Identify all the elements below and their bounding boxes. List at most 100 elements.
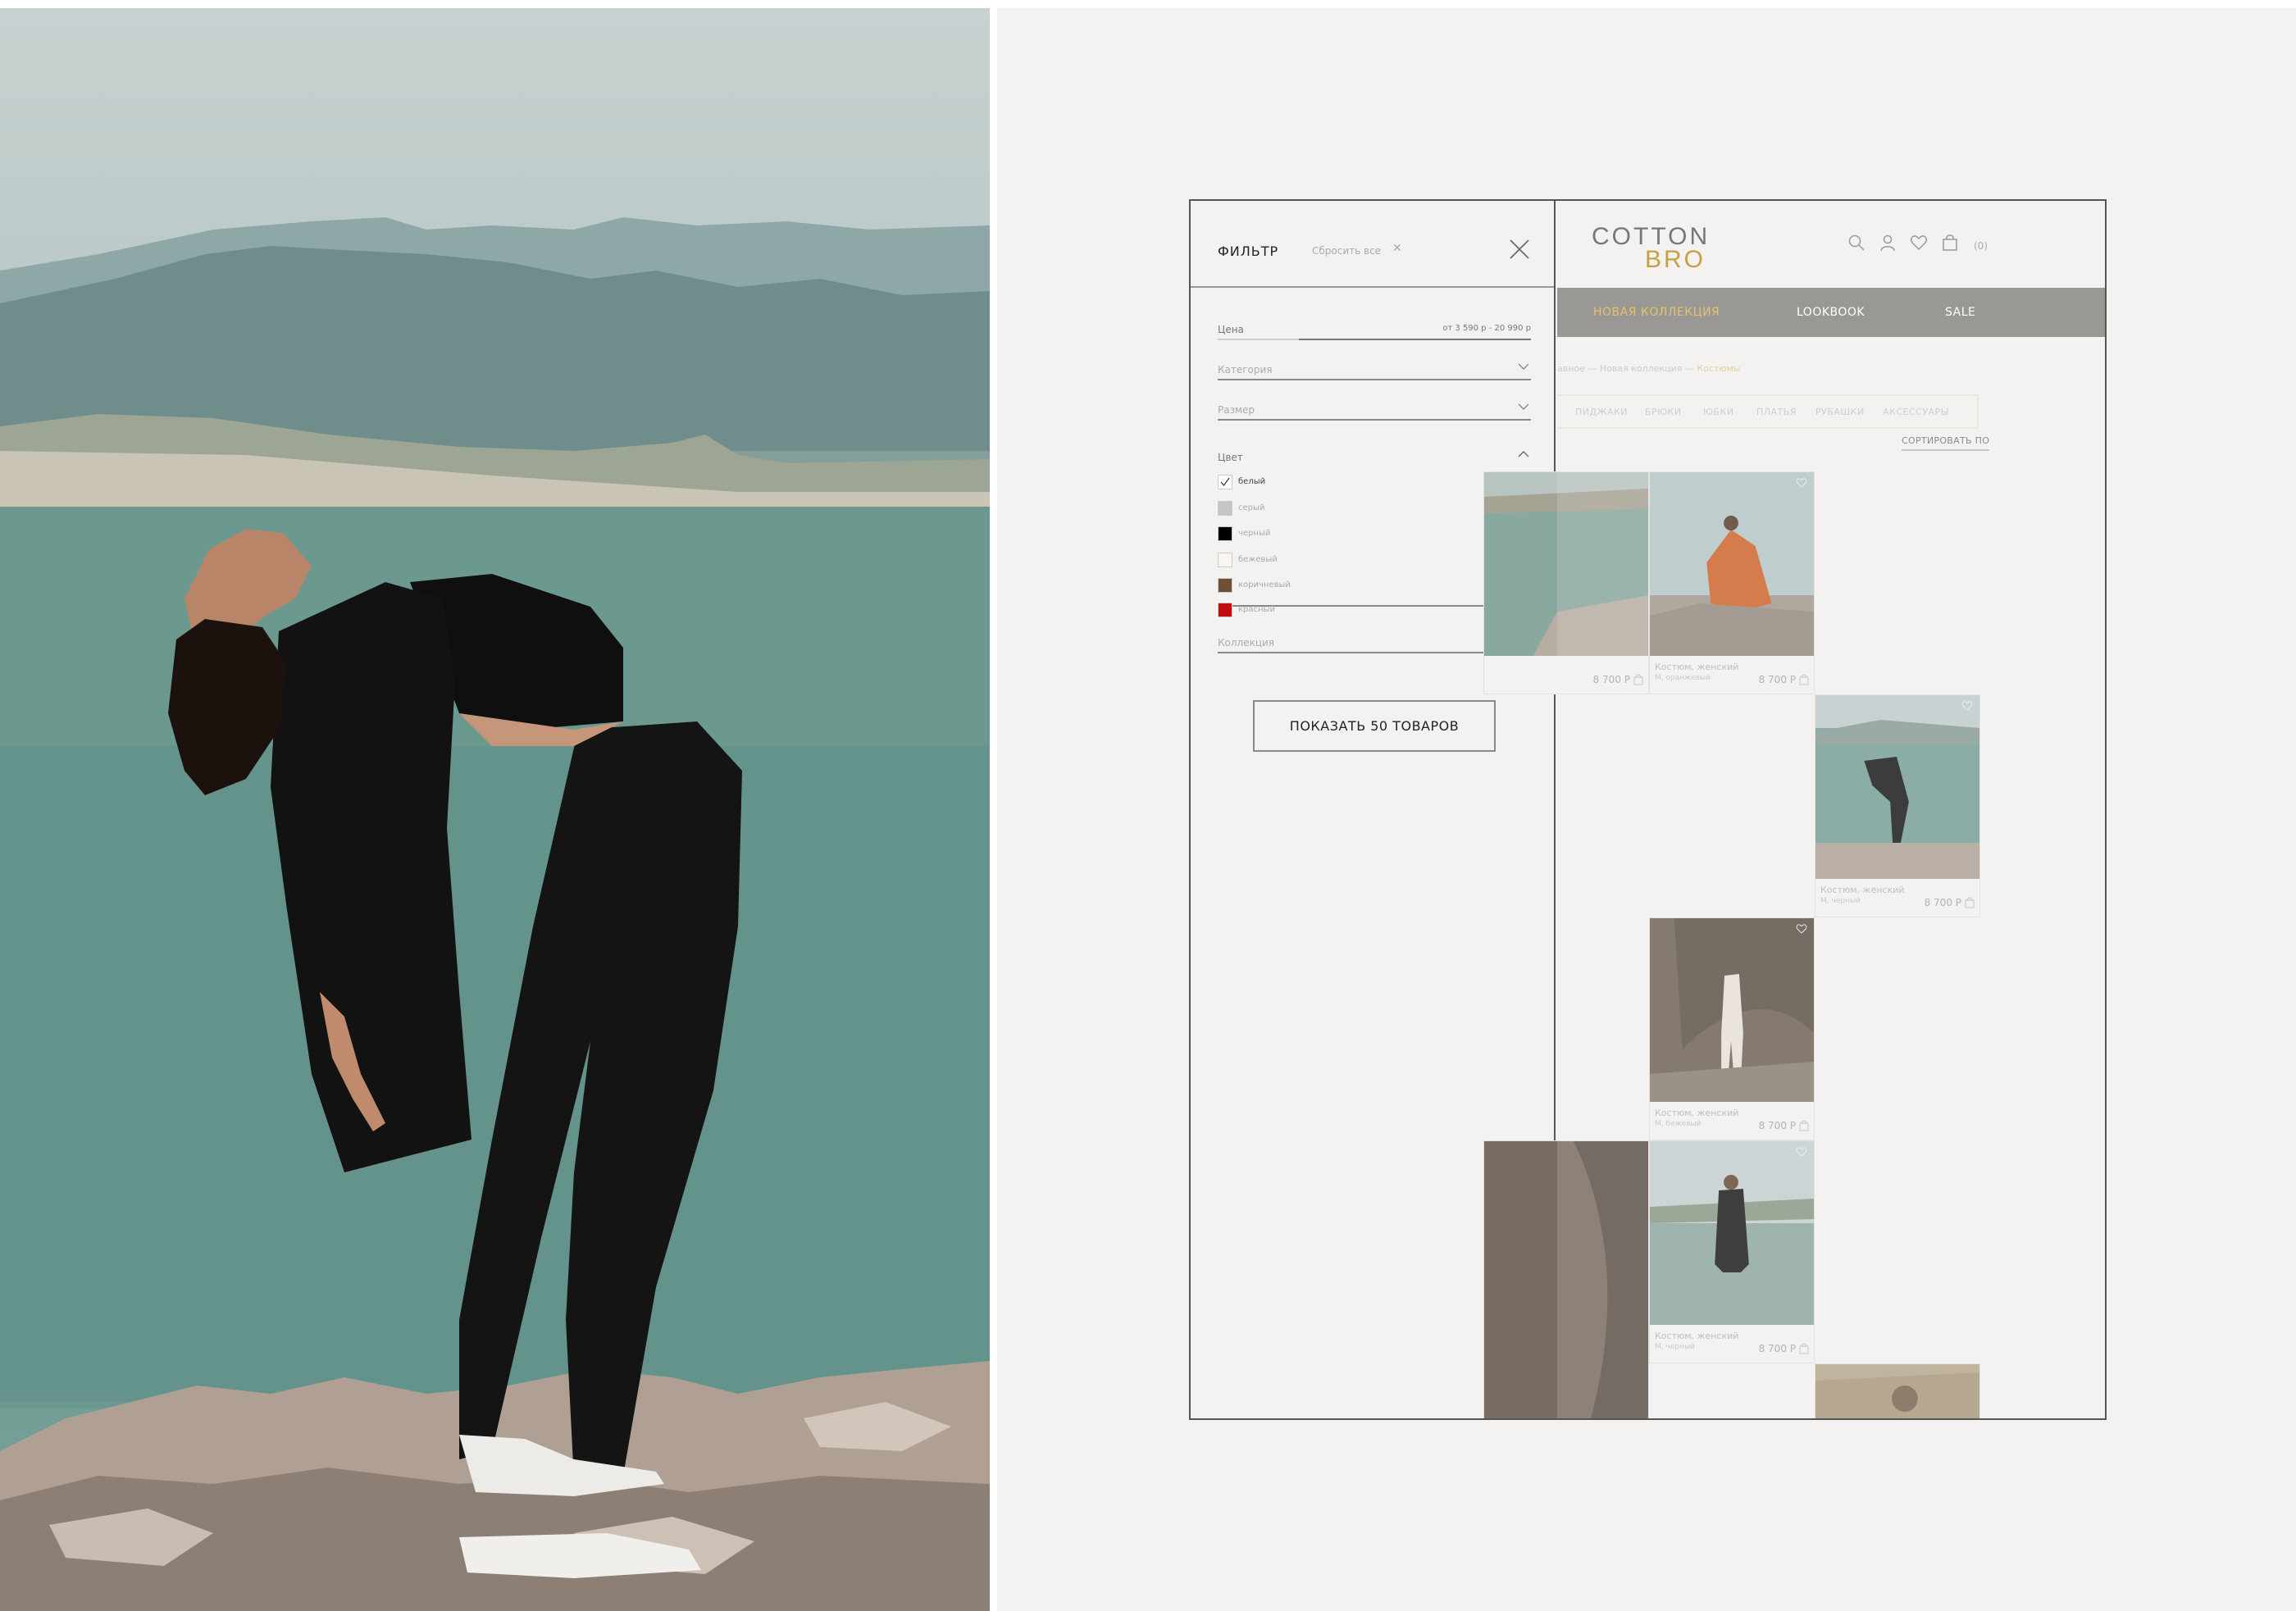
rock-wall-image [1484,1141,1648,1418]
product-card[interactable]: Костюм, женский М, бежевый 8 700 Р [1649,917,1815,1140]
color-option[interactable]: черный [1218,526,1496,541]
woman-backbend-photo [0,217,990,1611]
price-range: от 3 590 р - 20 990 р [1442,324,1531,333]
color-option[interactable]: коричневый [1218,578,1496,593]
filter-title: ФИЛЬТР [1218,243,1279,259]
beige-suit-cave-image [1650,918,1814,1102]
breadcrumb: авное — Новая коллекция — Костюмы [1557,363,1741,374]
brand-logo[interactable]: COTTON BRO [1592,223,1711,273]
color-swatch[interactable] [1218,603,1232,617]
size-label: Размер [1218,404,1255,416]
heart-icon[interactable] [1910,234,1928,252]
tab-shirts[interactable]: РУБАШКИ [1815,407,1865,417]
tab-dresses[interactable]: ПЛАТЬЯ [1756,407,1797,417]
product-image [1815,1364,1979,1418]
add-to-cart-icon[interactable] [1633,674,1643,685]
nav-item-lookbook[interactable]: LOOKBOOK [1797,306,1865,319]
product-card[interactable]: Костюм, женский М, черный 8 700 Р [1815,694,1980,917]
lake-rocks-image [1484,472,1648,656]
product-image [1815,695,1979,879]
filter-header: ФИЛЬТР Сбросить все ✕ [1191,201,1554,288]
category-filter[interactable]: Категория [1218,346,1531,380]
breadcrumb-item[interactable]: авное [1557,363,1585,374]
orange-suit-image [1650,472,1814,656]
product-card[interactable]: 8 700 Р [1483,471,1649,694]
product-card[interactable]: Костюм, женский М, оранжевый 8 700 Р [1649,471,1815,694]
tab-accessories[interactable]: АКСЕССУАРЫ [1883,407,1949,417]
product-price: 8 700 Р [1924,897,1961,908]
product-title: Костюм, женский [1655,1108,1739,1118]
favorite-heart-icon[interactable] [1796,923,1807,935]
product-card-partial[interactable] [1815,1363,1980,1418]
category-tabs: ПИДЖАКИ БРЮКИ ЮБКИ ПЛАТЬЯ РУБАШКИ АКСЕСС… [1557,394,1979,429]
price-label: Цена [1218,324,1244,335]
nav-item-new-collection[interactable]: НОВАЯ КОЛЛЕКЦИЯ [1593,306,1720,319]
product-card-partial[interactable] [1483,1140,1649,1418]
product-card[interactable]: Костюм, женский М, черный 8 700 Р [1649,1140,1815,1363]
tab-skirts[interactable]: ЮБКИ [1703,407,1733,417]
product-image [1650,472,1814,656]
site-header: COTTON BRO (0) [1557,201,2105,288]
product-title: Костюм, женский [1655,662,1739,672]
color-name: белый [1238,477,1266,486]
color-name: красный [1238,605,1275,614]
color-swatch[interactable] [1218,578,1232,593]
add-to-cart-icon[interactable] [1799,1120,1809,1131]
add-to-cart-icon[interactable] [1799,674,1809,685]
color-option[interactable]: белый [1218,475,1496,489]
tab-trousers[interactable]: БРЮКИ [1645,407,1682,417]
shopping-bag-icon[interactable] [1941,234,1959,252]
reset-all-icon[interactable]: ✕ [1392,242,1402,255]
logo-line-bro: BRO [1645,246,1706,273]
size-filter[interactable]: Размер [1218,386,1531,421]
favorite-heart-icon[interactable] [1961,700,1973,712]
close-icon[interactable] [1509,239,1530,260]
reset-all-link[interactable]: Сбросить все [1312,245,1381,257]
show-products-button[interactable]: ПОКАЗАТЬ 50 ТОВАРОВ [1253,700,1496,752]
favorite-heart-icon[interactable] [1796,1146,1807,1158]
color-option[interactable]: серый [1218,501,1496,516]
product-price: 8 700 Р [1592,674,1630,685]
header-icons [1847,234,1995,253]
add-to-cart-icon[interactable] [1799,1343,1809,1354]
site-mockup: ФИЛЬТР Сбросить все ✕ Цена от 3 590 р - … [1189,199,2107,1420]
chevron-up-icon[interactable] [1518,450,1529,458]
user-icon[interactable] [1879,234,1897,252]
main-navigation: НОВАЯ КОЛЛЕКЦИЯ LOOKBOOK SALE [1557,288,2105,337]
black-suit-water-image [1650,1141,1814,1325]
color-swatch[interactable] [1218,526,1232,541]
add-to-cart-icon[interactable] [1965,897,1975,908]
sort-by-button[interactable]: СОРТИРОВАТЬ ПО [1902,435,1990,451]
chevron-down-icon [1518,363,1529,370]
color-name: коричневый [1238,580,1291,589]
product-title: Костюм, женский [1655,1331,1739,1341]
product-image [1484,1141,1648,1418]
product-image [1650,918,1814,1102]
product-image [1650,1141,1814,1325]
color-name: серый [1238,503,1265,512]
breadcrumb-current: Костюмы [1697,363,1741,374]
product-image [1484,472,1648,656]
collection-label: Коллекция [1218,637,1275,648]
logo-line-cotton: COTTON [1592,223,1711,250]
color-option[interactable]: бежевый [1218,553,1496,567]
cart-count: (0) [1974,240,1988,252]
color-name: бежевый [1238,555,1278,564]
favorite-heart-icon[interactable] [1796,477,1807,489]
nav-item-sale[interactable]: SALE [1945,306,1975,319]
product-meta: М, бежевый [1655,1120,1702,1128]
product-meta: М, черный [1655,1343,1695,1351]
breadcrumb-separator: — [1588,363,1597,374]
price-filter[interactable]: Цена от 3 590 р - 20 990 р [1218,306,1531,340]
color-swatch[interactable] [1218,501,1232,516]
product-meta: М, черный [1820,897,1861,905]
breadcrumb-item[interactable]: Новая коллекция [1600,363,1682,374]
tab-jackets[interactable]: ПИДЖАКИ [1575,407,1628,417]
chevron-down-icon [1518,403,1529,410]
catalog-page: COTTON BRO (0) НОВАЯ КОЛЛЕКЦИЯ LOOKBOOK … [1483,201,2105,1418]
search-icon[interactable] [1847,234,1866,252]
color-swatch[interactable] [1218,553,1232,567]
breadcrumb-separator: — [1684,363,1694,374]
price-slider-selection[interactable] [1299,339,1531,340]
product-price: 8 700 Р [1758,1343,1796,1354]
